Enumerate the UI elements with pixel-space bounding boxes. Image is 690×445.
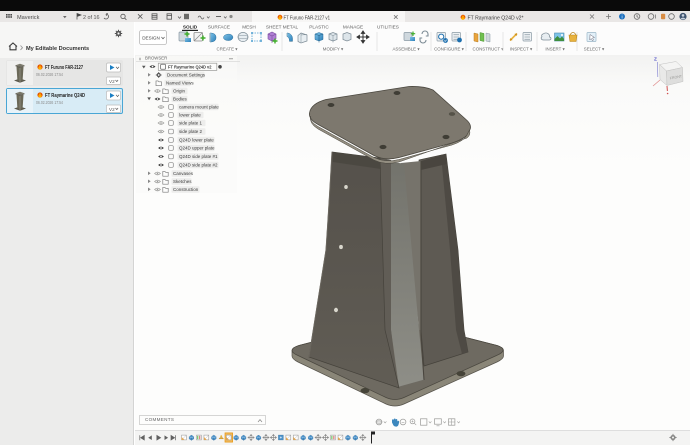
svg-text:Maverick: Maverick [17, 15, 40, 21]
svg-text:side plate 1: side plate 1 [179, 121, 203, 126]
svg-text:FT Furuno FAR-2127: FT Furuno FAR-2127 [45, 65, 83, 71]
svg-text:side plate 2: side plate 2 [179, 129, 203, 134]
svg-text:Named Views: Named Views [166, 81, 194, 86]
svg-text:FT Raymarine Q24D v2: FT Raymarine Q24D v2 [168, 64, 212, 69]
svg-text:Q24D side plate #1: Q24D side plate #1 [179, 154, 218, 159]
svg-text:FT Raymarine Q24D v2*: FT Raymarine Q24D v2* [468, 16, 525, 22]
svg-text:BROWSER: BROWSER [145, 56, 167, 61]
svg-text:Construction: Construction [173, 187, 199, 192]
svg-text:06.02.2026 17:54: 06.02.2026 17:54 [36, 100, 63, 106]
svg-text:06.02.2026 17:54: 06.02.2026 17:54 [36, 72, 63, 78]
svg-text:FT Raymarine Q24D: FT Raymarine Q24D [45, 93, 85, 99]
svg-text:Q24D upper plate: Q24D upper plate [179, 146, 215, 151]
svg-text:Bodies: Bodies [173, 97, 188, 102]
svg-text:FT Furuno FAR-2127 v1: FT Furuno FAR-2127 v1 [284, 16, 331, 22]
svg-text:Sketches: Sketches [173, 179, 192, 184]
svg-text:Z: Z [654, 57, 657, 63]
svg-text:V2: V2 [109, 79, 115, 84]
svg-text:My Editable Documents: My Editable Documents [26, 46, 89, 52]
svg-text:2 of 16: 2 of 16 [83, 15, 100, 21]
svg-text:Q24D lower plate: Q24D lower plate [179, 138, 214, 143]
svg-text:Q24D side plate #2: Q24D side plate #2 [179, 163, 218, 168]
svg-text:Document Settings: Document Settings [167, 73, 206, 78]
svg-text:i: i [621, 15, 622, 21]
svg-text:V2: V2 [109, 107, 115, 112]
svg-text:lower plate: lower plate [179, 113, 201, 118]
svg-text:camera mount plate: camera mount plate [179, 105, 219, 110]
svg-text:Canvases: Canvases [173, 171, 194, 176]
svg-text:Origin: Origin [173, 89, 186, 94]
